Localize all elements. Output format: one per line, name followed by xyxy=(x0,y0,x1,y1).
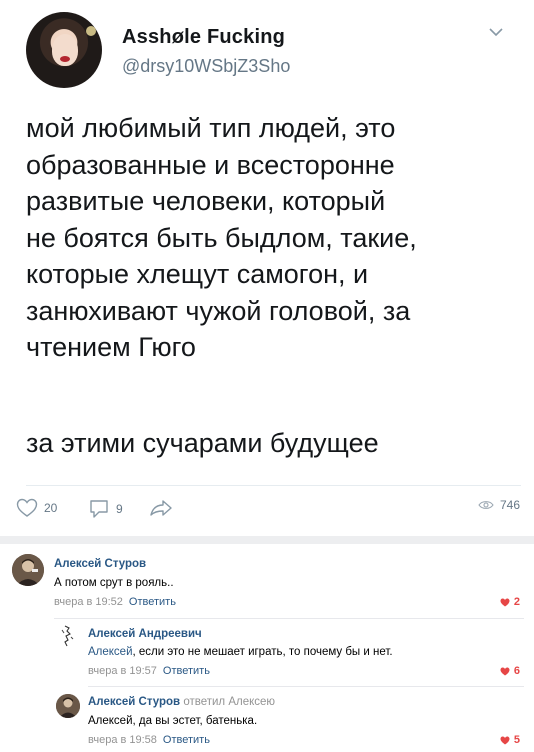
comments-section: Алексей Стуров А потом срут в рояль.. вч… xyxy=(0,544,534,752)
comment-like-count: 6 xyxy=(513,665,520,677)
comment-text: Алексей, если это не мешает играть, то п… xyxy=(88,646,393,658)
comment-reply-link[interactable]: Ответить xyxy=(129,596,176,608)
comment-avatar[interactable] xyxy=(56,694,80,718)
comment-author-name[interactable]: Алексей Стуров xyxy=(88,696,180,708)
heart-icon xyxy=(16,498,38,517)
tweet-text-ending: за этими сучарами будущее xyxy=(26,428,379,458)
heart-icon xyxy=(500,598,510,606)
like-count: 20 xyxy=(44,501,58,515)
avatar-image xyxy=(12,554,44,586)
comment-text-body: , если это не мешает играть, то почему б… xyxy=(132,646,393,658)
reply-count: 9 xyxy=(116,502,123,516)
comment-divider xyxy=(54,618,524,619)
tweet-card: Asshøle Fucking @drsy10WSbjZ3Sho мой люб… xyxy=(0,0,534,536)
share-arrow-icon xyxy=(150,500,172,516)
author-handle[interactable]: @drsy10WSbjZ3Sho xyxy=(122,56,290,77)
comment-mention[interactable]: Алексей xyxy=(88,646,133,658)
comment-meta: вчера в 19:57 Ответить xyxy=(88,665,210,677)
comment-time[interactable]: вчера в 19:58 xyxy=(88,734,157,746)
avatar-image xyxy=(61,625,74,647)
comment-text: А потом срут в рояль.. xyxy=(54,577,174,589)
tweet-divider xyxy=(26,485,521,486)
comment-author[interactable]: Алексей Стуров xyxy=(54,558,146,570)
comment-author[interactable]: Алексей Стуров ответил Алексею xyxy=(88,696,275,708)
comment-meta: вчера в 19:52 Ответить xyxy=(54,596,176,608)
heart-icon xyxy=(500,736,510,744)
reply-button[interactable]: 9 xyxy=(88,498,123,520)
comment-avatar[interactable] xyxy=(56,624,80,648)
comment-time[interactable]: вчера в 19:52 xyxy=(54,596,123,608)
eye-icon xyxy=(478,501,494,509)
share-button[interactable] xyxy=(148,498,174,518)
comment-like-button[interactable]: 6 xyxy=(500,665,520,677)
comment-icon xyxy=(90,500,108,518)
section-separator xyxy=(0,536,534,544)
tweet-text: мой любимый тип людей, это образованные … xyxy=(26,113,417,362)
avatar-light xyxy=(86,26,96,36)
author-avatar[interactable] xyxy=(26,12,102,88)
comment-avatar[interactable] xyxy=(12,554,44,586)
author-display-name[interactable]: Asshøle Fucking xyxy=(122,26,285,49)
avatar-lips xyxy=(60,56,70,62)
comment-like-button[interactable]: 5 xyxy=(500,734,520,746)
avatar-image xyxy=(56,694,80,718)
tweet-actions: 20 9 746 xyxy=(0,498,534,526)
comment-meta: вчера в 19:58 Ответить xyxy=(88,734,210,746)
comment-reply-link[interactable]: Ответить xyxy=(163,734,210,746)
comment-like-button[interactable]: 2 xyxy=(500,596,520,608)
comment-author[interactable]: Алексей Андреевич xyxy=(88,628,202,640)
like-button[interactable]: 20 xyxy=(16,498,57,518)
comment-text: Алексей, да вы эстет, батенька. xyxy=(88,715,258,727)
views-count: 746 xyxy=(500,498,521,512)
comment-divider xyxy=(88,686,524,687)
views-counter: 746 xyxy=(478,498,520,512)
heart-icon xyxy=(500,667,510,675)
comment-time[interactable]: вчера в 19:57 xyxy=(88,665,157,677)
comment-like-count: 5 xyxy=(513,734,520,746)
comment-replied-to[interactable]: ответил Алексею xyxy=(183,696,275,708)
comment-reply-link[interactable]: Ответить xyxy=(163,665,210,677)
comment-like-count: 2 xyxy=(513,596,520,608)
chevron-down-icon[interactable] xyxy=(488,26,504,38)
